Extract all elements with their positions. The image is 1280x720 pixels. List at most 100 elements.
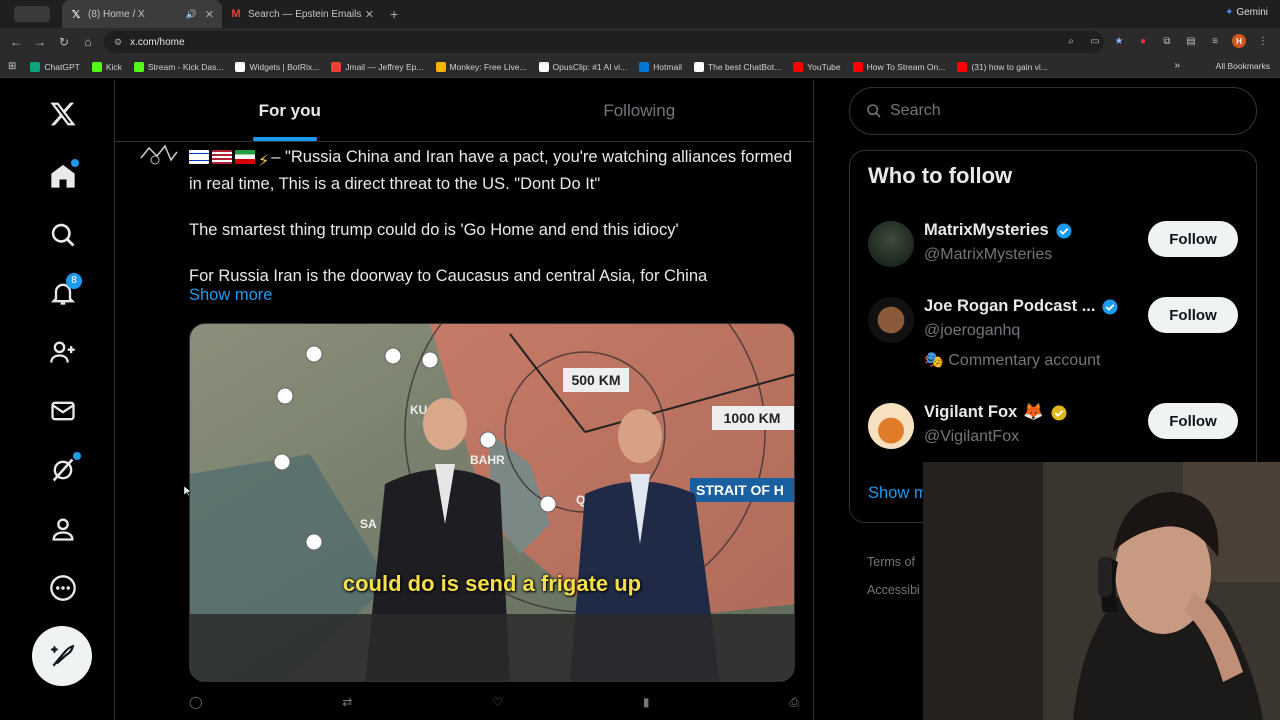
tab-following[interactable]: Following [465, 80, 814, 141]
home-icon[interactable]: ⌂ [76, 35, 100, 49]
tab-for-you[interactable]: For you [115, 80, 465, 141]
more-circle-icon[interactable] [43, 568, 83, 608]
tweet-paragraph-3: For Russia Iran is the doorway to Caucas… [189, 267, 708, 285]
apps-grid-icon[interactable]: ⊞ [8, 61, 16, 72]
speaker-icon[interactable]: 🔊 [186, 9, 197, 20]
fox-emoji-icon: 🦊 [1023, 403, 1044, 421]
cast-icon[interactable]: ▭ [1088, 34, 1102, 48]
bookmark-item[interactable]: Monkey: Free Live... [435, 61, 527, 72]
search-input[interactable] [890, 102, 1190, 120]
account-label: Commentary account [948, 352, 1101, 369]
profile-avatar[interactable]: H [1232, 34, 1246, 48]
show-more-link[interactable]: Show more [189, 286, 272, 305]
follow-button[interactable]: Follow [1148, 297, 1238, 333]
all-bookmarks-button[interactable]: All Bookmarks [1216, 61, 1270, 71]
more-bookmarks-icon[interactable]: » [1174, 60, 1180, 71]
tweet-paragraph-1: – "Russia China and Iran have a pact, yo… [189, 148, 793, 193]
side-panel-icon[interactable]: ▤ [1184, 34, 1198, 48]
browser-tab-home[interactable]: 𝕏 (8) Home / X 🔊 ✕ [62, 0, 222, 28]
address-bar[interactable]: ⚙ x.com/home [104, 31, 1104, 53]
bookmark-item[interactable]: OpusClip: #1 AI vi... [538, 61, 627, 72]
grok-icon[interactable] [43, 450, 83, 490]
tweet-paragraph-2: The smartest thing trump could do is 'Go… [189, 221, 679, 239]
communities-add-person-icon[interactable] [43, 332, 83, 372]
bookmark-star-icon[interactable]: ★ [1112, 34, 1126, 48]
extensions-icon[interactable]: ⧉ [1160, 34, 1174, 48]
tab-search-button[interactable] [14, 6, 50, 22]
search-box[interactable] [849, 87, 1257, 135]
account-handle: @VigilantFox [924, 428, 1020, 445]
avatar[interactable] [868, 221, 914, 267]
x-logo-icon[interactable] [43, 94, 83, 134]
iran-flag-icon [235, 150, 255, 164]
close-tab-icon[interactable]: ✕ [205, 8, 214, 21]
follow-button[interactable]: Follow [1148, 403, 1238, 439]
tab-title: (8) Home / X [88, 8, 145, 20]
forward-icon[interactable]: → [28, 35, 52, 49]
retweet-icon[interactable]: ⇄ [342, 695, 352, 710]
webcam-feed [923, 462, 1280, 720]
gmail-icon: M [231, 8, 241, 20]
compose-post-button[interactable] [32, 626, 92, 686]
verified-badge-icon [1056, 223, 1072, 238]
author-avatar[interactable] [137, 142, 181, 168]
bookmark-item[interactable]: YouTube [793, 61, 841, 72]
map-label-500km: 500 KM [571, 372, 620, 388]
tweet-video[interactable]: 500 KM 1000 KM STRAIT OF H KU BAHR QA SA [189, 323, 795, 682]
who-to-follow-title: Who to follow [868, 163, 1013, 188]
accessibility-link[interactable]: Accessibi [867, 576, 920, 604]
bookmark-favicon-icon [331, 61, 342, 72]
account-handle: @joeroganhq [924, 322, 1021, 339]
site-info-icon[interactable]: ⚙ [114, 37, 122, 48]
follow-button[interactable]: Follow [1148, 221, 1238, 257]
bookmark-item[interactable]: Kick [91, 61, 122, 72]
reload-icon[interactable]: ↻ [52, 35, 76, 49]
show-more-link[interactable]: Show m [868, 484, 928, 503]
bookmark-item[interactable]: Stream - Kick Das... [133, 61, 223, 72]
bookmark-favicon-icon [435, 61, 446, 72]
bookmark-item[interactable]: How To Stream On... [852, 61, 945, 72]
like-icon[interactable]: ♡ [492, 695, 503, 710]
footer-links: Terms of Accessibi [867, 548, 920, 604]
new-tab-button[interactable]: + [390, 6, 398, 22]
bookmark-favicon-icon [852, 61, 863, 72]
bookmark-favicon-icon [957, 61, 968, 72]
bookmark-item[interactable]: (31) how to gain vi... [957, 61, 1048, 72]
gemini-button[interactable]: ✦ Gemini [1225, 7, 1268, 18]
terms-link[interactable]: Terms of [867, 548, 920, 576]
x-logo-icon: 𝕏 [71, 8, 81, 21]
notifications-bell-icon[interactable]: 8 [43, 273, 83, 313]
bookmark-favicon-icon [538, 61, 549, 72]
feather-plus-icon [51, 644, 75, 667]
mouse-cursor-icon [184, 486, 192, 496]
views-icon[interactable]: ▮ [643, 695, 650, 710]
extension-red-icon[interactable]: ● [1136, 34, 1150, 48]
explore-search-icon[interactable] [43, 215, 83, 255]
bookmark-favicon-icon [693, 61, 704, 72]
verified-gold-badge-icon [1051, 405, 1067, 420]
avatar[interactable] [868, 297, 914, 343]
bookmark-item[interactable]: Widgets | BotRix... [235, 61, 319, 72]
home-icon[interactable] [43, 156, 83, 196]
flag-emojis: ⚡ [189, 150, 269, 173]
bookmark-icon[interactable]: ⎙ [789, 695, 799, 710]
menu-list-icon[interactable]: ≡ [1208, 34, 1222, 48]
avatar[interactable] [868, 403, 914, 449]
bookmark-favicon-icon [30, 61, 41, 72]
messages-envelope-icon[interactable] [43, 391, 83, 431]
lightning-icon: ⚡ [258, 153, 270, 170]
bookmark-item[interactable]: The best ChatBot... [693, 61, 781, 72]
bookmark-item[interactable]: Jmail — Jeffrey Ep... [331, 61, 424, 72]
home-timeline: For you Following ⚡ – "Russia China and … [115, 80, 814, 720]
back-icon[interactable]: ← [4, 35, 28, 49]
map-label-sa: SA [360, 517, 377, 531]
bookmark-item[interactable]: Hotmail [639, 61, 682, 72]
bookmark-item[interactable]: ChatGPT [30, 61, 80, 72]
browser-tab-epstein[interactable]: M Search — Epstein Emails ✕ [222, 0, 382, 28]
zoom-icon[interactable]: ⌕ [1064, 34, 1078, 48]
close-tab-icon[interactable]: ✕ [365, 8, 374, 21]
map-label-1000km: 1000 KM [724, 410, 781, 426]
more-vert-icon[interactable]: ⋮ [1256, 34, 1270, 48]
profile-person-icon[interactable] [43, 509, 83, 549]
reply-icon[interactable]: ◯ [189, 695, 202, 710]
